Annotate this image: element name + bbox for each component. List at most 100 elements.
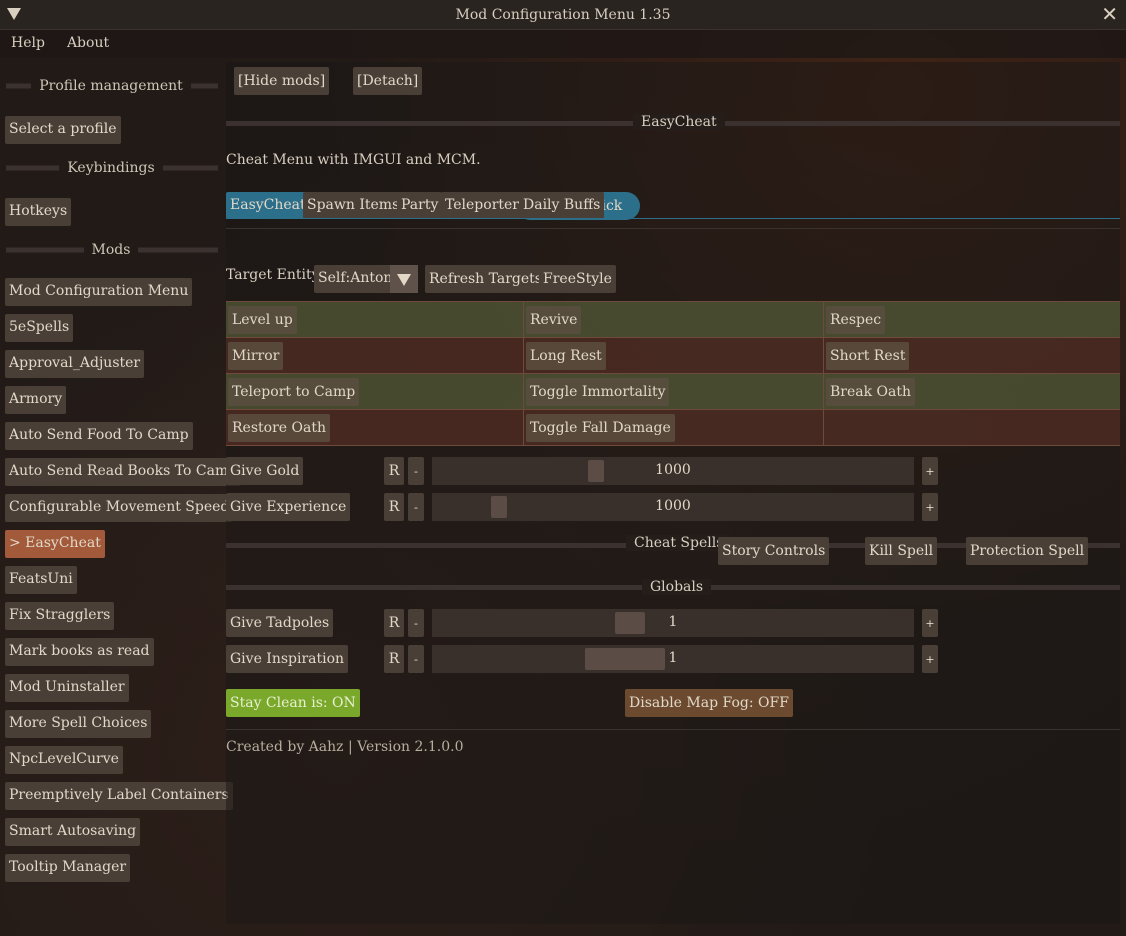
mods-header: Mods — [0, 236, 222, 264]
mod-button[interactable]: Mod Configuration Menu — [5, 278, 193, 306]
title-bar[interactable]: Mod Configuration Menu 1.35 ✕ — [0, 0, 1126, 30]
keybindings-header: Keybindings — [0, 154, 222, 182]
mod-button[interactable]: Preemptively Label Containers — [5, 782, 233, 810]
divider — [226, 228, 1120, 229]
give-tadpoles-slider[interactable]: 1 — [432, 609, 914, 637]
mod-button[interactable]: Configurable Movement Speed — [5, 494, 234, 522]
revive-button[interactable]: Revive — [526, 306, 582, 334]
give-tadpoles-button[interactable]: Give Tadpoles — [226, 609, 334, 637]
give-experience-button[interactable]: Give Experience — [226, 493, 351, 521]
increment-button[interactable]: + — [922, 609, 938, 637]
give-inspiration-slider[interactable]: 1 — [432, 645, 914, 673]
story-controls-button[interactable]: Story Controls — [718, 537, 830, 565]
increment-button[interactable]: + — [922, 645, 938, 673]
give-inspiration-slider-row: Give Inspiration R - 1 + — [226, 645, 1120, 673]
decrement-button[interactable]: - — [408, 645, 424, 673]
mod-list-row: Mark books as read — [0, 634, 222, 670]
give-gold-slider[interactable]: 1000 — [432, 457, 914, 485]
decrement-button[interactable]: - — [408, 457, 424, 485]
toggle-fall-damage-button[interactable]: Toggle Fall Damage — [526, 414, 675, 442]
mod-button[interactable]: Smart Autosaving — [5, 818, 141, 846]
slider-value: 1 — [668, 650, 678, 666]
reset-button[interactable]: R — [384, 609, 404, 637]
menu-about[interactable]: About — [56, 30, 120, 58]
slider-value: 1000 — [655, 498, 691, 514]
long-rest-button[interactable]: Long Rest — [526, 342, 606, 370]
mod-list-row: 5eSpells — [0, 310, 222, 346]
teleport-to-camp-button[interactable]: Teleport to Camp — [228, 378, 360, 406]
mod-button[interactable]: Auto Send Food To Camp — [5, 422, 193, 450]
toggle-immortality-button[interactable]: Toggle Immortality — [526, 378, 670, 406]
restore-oath-button[interactable]: Restore Oath — [228, 414, 330, 442]
freestyle-button[interactable]: FreeStyle — [539, 265, 616, 293]
empty-cell — [824, 410, 1120, 446]
respec-button[interactable]: Respec — [826, 306, 886, 334]
action-row: Mirror Long Rest Short Rest — [226, 338, 1120, 374]
action-row: Teleport to Camp Toggle Immortality Brea… — [226, 374, 1120, 410]
decrement-button[interactable]: - — [408, 493, 424, 521]
reset-button[interactable]: R — [384, 645, 404, 673]
target-entity-label: Target Entity — [226, 267, 320, 283]
tab-teleporter[interactable]: Teleporter — [441, 192, 523, 219]
break-oath-button[interactable]: Break Oath — [826, 378, 916, 406]
action-row: Restore Oath Toggle Fall Damage — [226, 410, 1120, 446]
give-gold-button[interactable]: Give Gold — [226, 457, 304, 485]
mod-list-row: Approval_Adjuster — [0, 346, 222, 382]
mod-list-row: Armory — [0, 382, 222, 418]
hide-mods-button[interactable]: [Hide mods] — [234, 67, 330, 95]
mod-button[interactable]: Mod Uninstaller — [5, 674, 129, 702]
kill-spell-button[interactable]: Kill Spell — [865, 537, 938, 565]
mod-button[interactable]: FeatsUni — [5, 566, 77, 594]
mod-button[interactable]: Fix Stragglers — [5, 602, 115, 630]
tab-daily-buffs[interactable]: Daily Buffs — [519, 192, 605, 219]
dropdown-button[interactable] — [390, 265, 418, 293]
action-grid: Level up Revive Respec Mirror Long Rest … — [226, 301, 1120, 446]
increment-button[interactable]: + — [922, 457, 938, 485]
easycheat-section-header: EasyCheat — [226, 112, 1120, 134]
reset-button[interactable]: R — [384, 493, 404, 521]
mod-list-row: NpcLevelCurve — [0, 742, 222, 778]
mod-list-row: Configurable Movement Speed — [0, 490, 234, 526]
detach-button[interactable]: [Detach] — [353, 67, 423, 95]
stay-clean-toggle[interactable]: Stay Clean is: ON — [226, 689, 360, 717]
close-icon[interactable]: ✕ — [1101, 4, 1118, 24]
menu-help[interactable]: Help — [0, 30, 56, 58]
mod-button[interactable]: Approval_Adjuster — [5, 350, 145, 378]
mod-button[interactable]: Auto Send Read Books To Camp — [5, 458, 242, 486]
refresh-targets-button[interactable]: Refresh Targets — [425, 265, 546, 293]
mod-list-row: Smart Autosaving — [0, 814, 222, 850]
mod-button[interactable]: Mark books as read — [5, 638, 154, 666]
tab-party[interactable]: Party — [397, 192, 443, 219]
mod-button[interactable]: NpcLevelCurve — [5, 746, 123, 774]
decrement-button[interactable]: - — [408, 609, 424, 637]
description-text: Cheat Menu with IMGUI and MCM. — [226, 152, 481, 168]
target-entity-combo[interactable]: Self:Anton — [314, 265, 418, 293]
collapse-icon[interactable] — [7, 8, 21, 20]
give-inspiration-button[interactable]: Give Inspiration — [226, 645, 349, 673]
tab-easycheat[interactable]: EasyCheat — [226, 192, 310, 219]
mod-list-row: Auto Send Read Books To Camp — [0, 454, 242, 490]
mod-list-row: More Spell Choices — [0, 706, 222, 742]
sidebar: Profile management Select a profile Keyb… — [0, 62, 242, 932]
level-up-button[interactable]: Level up — [228, 306, 297, 334]
reset-button[interactable]: R — [384, 457, 404, 485]
mod-button[interactable]: 5eSpells — [5, 314, 74, 342]
mod-button[interactable]: Armory — [5, 386, 67, 414]
increment-button[interactable]: + — [922, 493, 938, 521]
tab-spawn-items[interactable]: Spawn Items — [303, 192, 404, 219]
select-profile-button[interactable]: Select a profile — [5, 116, 121, 144]
give-experience-slider-row: Give Experience R - 1000 + — [226, 493, 1120, 521]
hotkeys-button[interactable]: Hotkeys — [5, 198, 72, 226]
mod-list-row: Tooltip Manager — [0, 850, 222, 886]
short-rest-button[interactable]: Short Rest — [826, 342, 910, 370]
mirror-button[interactable]: Mirror — [228, 342, 284, 370]
cheat-spells-label: Cheat Spells — [626, 535, 732, 551]
mod-button[interactable]: Tooltip Manager — [5, 854, 131, 882]
mod-button[interactable]: More Spell Choices — [5, 710, 152, 738]
protection-spell-button[interactable]: Protection Spell — [966, 537, 1089, 565]
mod-button[interactable]: > EasyCheat — [5, 530, 105, 558]
globals-section-header: Globals — [226, 576, 1120, 598]
give-tadpoles-slider-row: Give Tadpoles R - 1 + — [226, 609, 1120, 637]
disable-map-fog-toggle[interactable]: Disable Map Fog: OFF — [625, 689, 793, 717]
give-experience-slider[interactable]: 1000 — [432, 493, 914, 521]
